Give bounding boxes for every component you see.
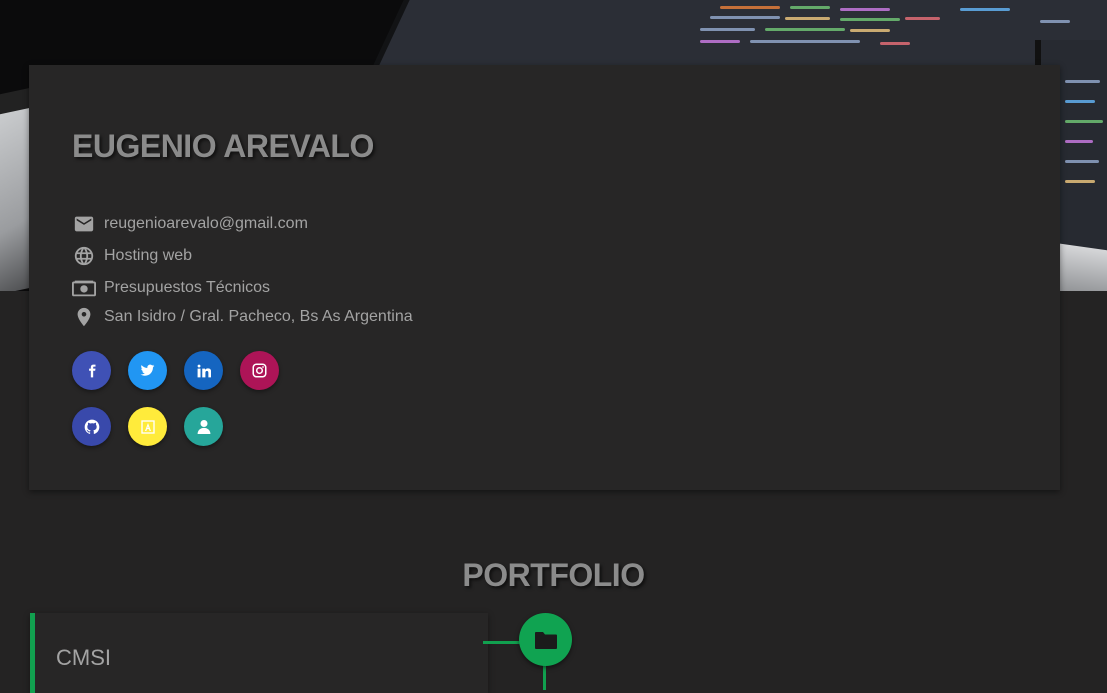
facebook-icon (88, 364, 95, 377)
code-line (1065, 160, 1099, 163)
timeline-dot (519, 613, 572, 666)
folder-icon (534, 631, 557, 649)
email-icon (72, 212, 96, 236)
user-icon (197, 419, 210, 434)
globe-icon (72, 244, 96, 268)
twitter-button[interactable] (128, 351, 167, 390)
linkedin-button[interactable] (184, 351, 223, 390)
instagram-icon (252, 363, 267, 378)
code-line (700, 40, 740, 43)
twitter-icon (140, 364, 155, 376)
hosting-link[interactable]: Hosting web (104, 247, 192, 265)
money-icon (72, 276, 96, 300)
code-line (880, 42, 910, 45)
angular-icon (140, 419, 155, 434)
code-line (750, 40, 860, 43)
budget-row[interactable]: Presupuestos Técnicos (72, 276, 270, 300)
email-link[interactable]: reugenioarevalo@gmail.com (104, 215, 308, 233)
code-line (840, 8, 890, 11)
location-text: San Isidro / Gral. Pacheco, Bs As Argent… (104, 308, 413, 325)
profile-name: EUGENIO AREVALO (72, 128, 374, 164)
code-line (720, 6, 780, 9)
location-row: San Isidro / Gral. Pacheco, Bs As Argent… (72, 305, 413, 329)
hosting-row[interactable]: Hosting web (72, 244, 192, 268)
code-line (1065, 100, 1095, 103)
code-line (840, 18, 900, 21)
angular-button[interactable] (128, 407, 167, 446)
code-line (785, 17, 830, 20)
email-row[interactable]: reugenioarevalo@gmail.com (72, 212, 308, 236)
instagram-button[interactable] (240, 351, 279, 390)
linkedin-icon (197, 364, 211, 377)
portfolio-title: PORTFOLIO (462, 557, 645, 593)
location-pin-icon (72, 305, 96, 329)
profile-button[interactable] (184, 407, 223, 446)
profile-card: EUGENIO AREVALO reugenioarevalo@gmail.co… (29, 65, 1060, 490)
code-line (700, 28, 755, 31)
code-line (765, 28, 845, 31)
code-line (1065, 140, 1093, 143)
timeline-card-title: CMSI (56, 645, 111, 670)
code-line (1040, 20, 1070, 23)
code-line (1065, 80, 1100, 83)
code-line (790, 6, 830, 9)
code-line (1065, 120, 1103, 123)
code-line (905, 17, 940, 20)
code-line (710, 16, 780, 19)
github-button[interactable] (72, 407, 111, 446)
facebook-button[interactable] (72, 351, 111, 390)
timeline-card[interactable]: CMSI (30, 613, 488, 693)
budget-link[interactable]: Presupuestos Técnicos (104, 279, 270, 297)
code-line (1065, 180, 1095, 183)
timeline-connector (483, 641, 523, 644)
code-line (960, 8, 1010, 11)
code-line (850, 29, 890, 32)
github-icon (84, 419, 99, 434)
